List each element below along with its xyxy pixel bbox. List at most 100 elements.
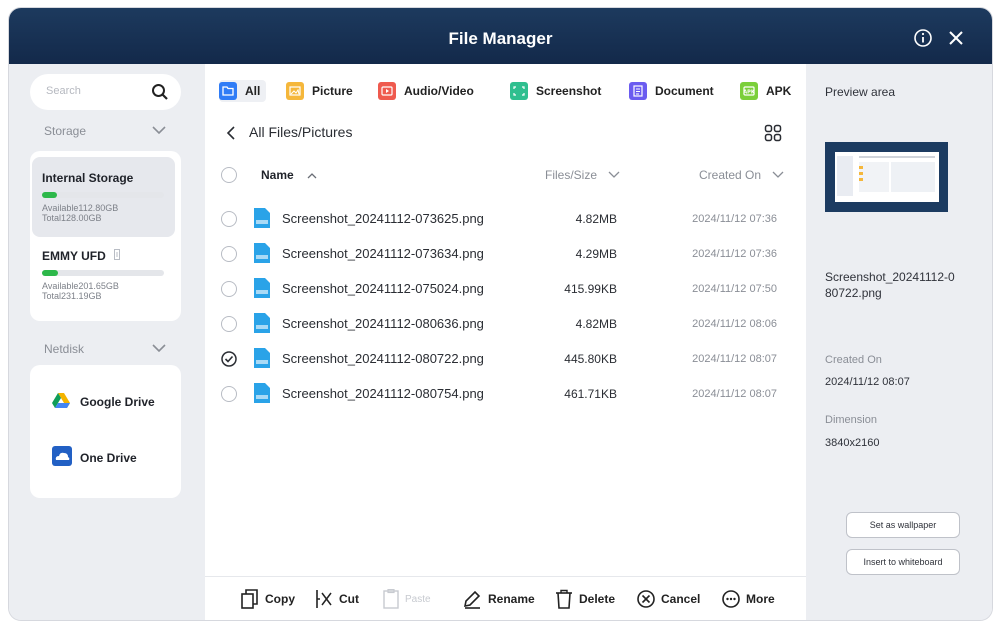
file-row[interactable]: Screenshot_20241112-080636.png 4.82MB 20… [205,306,806,341]
dimension-value: 3840x2160 [825,437,880,449]
file-date: 2024/11/12 08:07 [692,353,777,365]
checked-icon[interactable] [221,351,237,367]
png-file-icon [254,313,270,333]
info-icon[interactable] [913,28,933,48]
file-size: 461.71KB [564,387,617,401]
apk-icon: APK [740,82,758,100]
set-as-wallpaper-button[interactable]: Set as wallpaper [846,512,960,538]
file-size: 4.82MB [575,317,617,331]
png-file-icon [254,348,270,368]
tab-screenshot[interactable]: Screenshot [510,80,601,102]
usb-icon [114,249,120,260]
chevron-down-icon[interactable] [152,125,166,135]
tab-apk[interactable]: APK APK [740,80,791,102]
row-checkbox[interactable] [221,316,237,332]
main-panel: All Picture Audio/Video Screenshot Docum… [205,64,806,620]
search-placeholder: Search [46,85,81,97]
video-icon [378,82,396,100]
insert-to-whiteboard-button[interactable]: Insert to whiteboard [846,549,960,575]
column-size[interactable]: Files/Size [545,168,620,182]
row-checkbox[interactable] [221,281,237,297]
png-file-icon [254,243,270,263]
grid-view-icon[interactable] [764,124,782,142]
drive-emmy-ufd[interactable]: EMMY UFD Available201.65GB Total231.19GB [32,239,175,319]
more-icon [722,590,740,608]
tab-label: Picture [312,84,353,98]
screenshot-icon [510,82,528,100]
action-toolbar: Copy Cut Paste Rename Delete Cancel More [205,576,806,620]
trash-icon [556,589,572,609]
file-size: 4.29MB [575,247,617,261]
search-icon[interactable] [151,83,169,101]
storage-list: Internal Storage Available112.80GB Total… [30,151,181,321]
png-file-icon [254,278,270,298]
netdisk-one-drive[interactable]: One Drive [30,441,181,475]
file-row[interactable]: Screenshot_20241112-073634.png 4.29MB 20… [205,236,806,271]
tab-all[interactable]: All [219,80,267,102]
drive-total: Total128.00GB [42,213,102,223]
png-file-icon [254,383,270,403]
drive-total: Total231.19GB [42,291,102,301]
back-icon[interactable] [226,125,236,141]
drive-available: Available201.65GB [42,281,119,291]
created-on-value: 2024/11/12 08:07 [825,376,910,388]
file-row[interactable]: Screenshot_20241112-080754.png 461.71KB … [205,376,806,411]
file-name: Screenshot_20241112-073625.png [282,211,484,226]
paste-icon [383,589,399,609]
paste-button[interactable]: Paste [383,587,431,611]
sort-up-icon [307,173,317,179]
drive-available: Available112.80GB [42,203,119,213]
storage-section-label: Storage [44,124,87,138]
file-row[interactable]: Screenshot_20241112-073625.png 4.82MB 20… [205,201,806,236]
copy-button[interactable]: Copy [241,587,295,611]
file-date: 2024/11/12 07:50 [692,283,777,295]
column-created-on[interactable]: Created On [699,168,784,182]
file-row[interactable]: Screenshot_20241112-075024.png 415.99KB … [205,271,806,306]
file-manager-window: File Manager Search Storage Internal Sto… [9,8,992,620]
tab-audio-video[interactable]: Audio/Video [378,80,474,102]
rename-button[interactable]: Rename [462,587,535,611]
file-date: 2024/11/12 08:06 [692,318,777,330]
row-checkbox[interactable] [221,386,237,402]
preview-title: Preview area [825,85,896,99]
file-size: 4.82MB [575,212,617,226]
row-checkbox[interactable] [221,211,237,227]
tab-label: All [245,84,261,98]
close-icon[interactable] [946,28,966,48]
row-checkbox[interactable] [221,246,237,262]
delete-button[interactable]: Delete [555,587,615,611]
more-button[interactable]: More [722,587,775,611]
tab-label: Audio/Video [404,84,474,98]
chevron-down-icon[interactable] [152,343,166,353]
drive-internal-storage[interactable]: Internal Storage Available112.80GB Total… [32,157,175,237]
copy-icon [241,589,258,609]
select-all-checkbox[interactable] [221,167,237,183]
tab-label: Document [655,84,714,98]
preview-panel: Preview area Screenshot_20241112-0 80722… [806,64,992,620]
netdisk-section-label: Netdisk [44,342,85,356]
dimension-label: Dimension [825,414,877,426]
search-input[interactable]: Search [30,74,181,110]
tab-picture[interactable]: Picture [286,80,353,102]
tab-document[interactable]: Document [629,80,714,102]
column-name[interactable]: Name [261,168,317,182]
cancel-button[interactable]: Cancel [637,587,700,611]
cancel-icon [637,590,655,608]
rename-icon [463,590,481,609]
netdisk-name: Google Drive [80,395,155,409]
folder-icon [219,82,237,100]
file-name: Screenshot_20241112-080722.png [282,351,484,366]
window-title: File Manager [448,29,553,48]
file-row-selected[interactable]: Screenshot_20241112-080722.png 445.80KB … [205,341,806,376]
google-drive-icon [52,393,70,408]
created-on-label: Created On [825,354,882,366]
cut-button[interactable]: Cut [315,587,359,611]
netdisk-google-drive[interactable]: Google Drive [30,385,181,419]
picture-icon [286,82,304,100]
breadcrumb: All Files/Pictures [249,124,353,140]
file-size: 415.99KB [564,282,617,296]
file-date: 2024/11/12 08:07 [692,388,777,400]
netdisk-list: Google Drive One Drive [30,365,181,498]
preview-filename-line1: Screenshot_20241112-0 [825,270,955,284]
file-size: 445.80KB [564,352,617,366]
